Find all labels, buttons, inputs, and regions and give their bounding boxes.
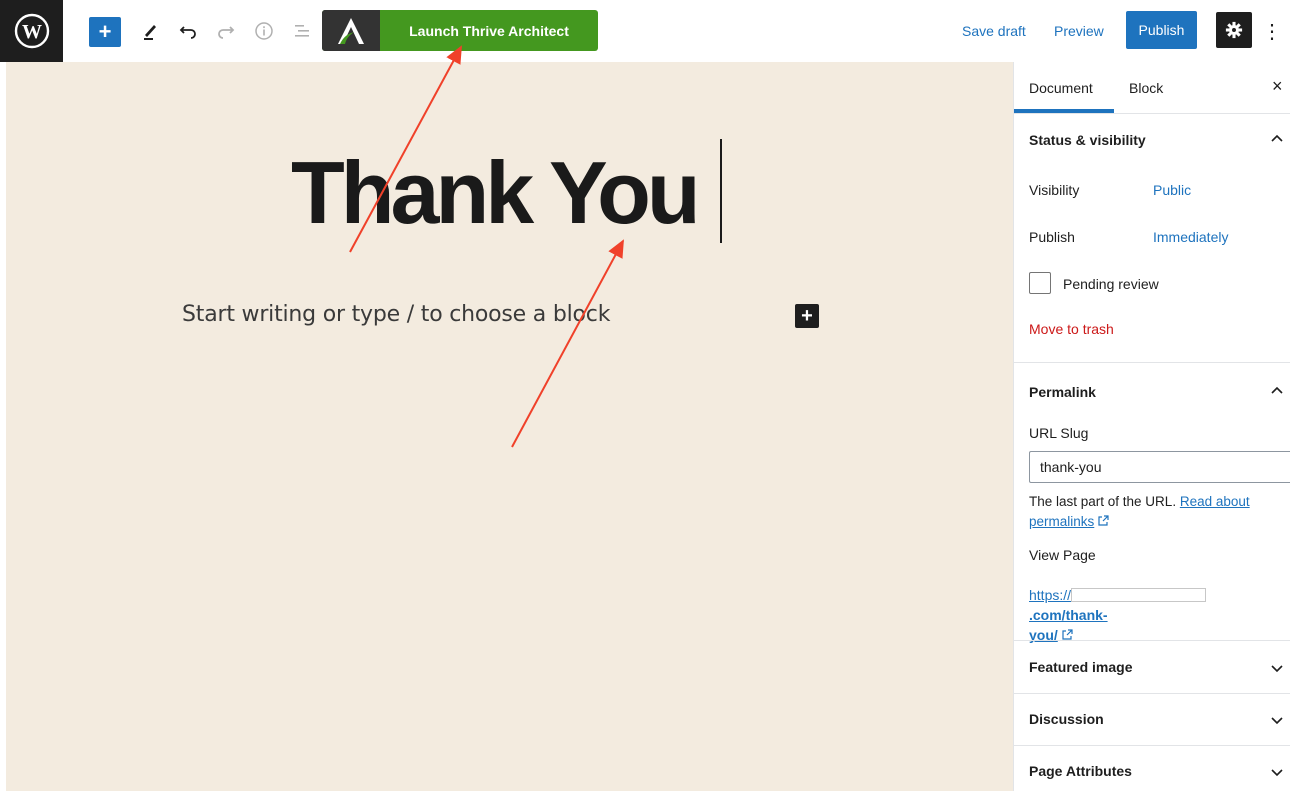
view-page-link-suffix[interactable]: .com/thank- xyxy=(1029,607,1108,623)
view-page-label: View Page xyxy=(1029,547,1096,563)
panel-divider xyxy=(1014,693,1290,694)
panel-permalink-title[interactable]: Permalink xyxy=(1029,384,1096,400)
chevron-down-icon[interactable] xyxy=(1270,661,1284,675)
settings-button[interactable] xyxy=(1216,12,1252,48)
plus-icon: + xyxy=(98,19,112,44)
panel-page-attributes-title[interactable]: Page Attributes xyxy=(1029,763,1132,779)
plus-icon: + xyxy=(801,305,813,327)
redacted-domain xyxy=(1071,588,1207,602)
publish-label: Publish xyxy=(1029,229,1075,245)
external-link-icon xyxy=(1098,515,1109,526)
undo-icon[interactable] xyxy=(175,18,201,44)
save-draft-button[interactable]: Save draft xyxy=(962,20,1026,42)
tab-document[interactable]: Document xyxy=(1029,80,1093,96)
help-text: The last part of the URL. xyxy=(1029,494,1177,509)
active-tab-indicator xyxy=(1014,109,1114,113)
svg-text:W: W xyxy=(22,21,42,43)
permalink-help-text: The last part of the URL. Read about per… xyxy=(1029,492,1279,532)
more-vertical-icon[interactable]: ⋮ xyxy=(1262,16,1282,46)
panel-divider xyxy=(1014,362,1290,363)
panel-divider xyxy=(1014,640,1290,641)
sidebar-tabs: Document Block × xyxy=(1014,62,1290,114)
redo-icon[interactable] xyxy=(213,18,239,44)
read-about-link[interactable]: Read about xyxy=(1180,494,1250,509)
view-page-link-prefix[interactable]: https:// xyxy=(1029,587,1071,603)
add-block-button[interactable]: + xyxy=(89,17,121,47)
close-icon[interactable]: × xyxy=(1272,76,1283,97)
chevron-down-icon[interactable] xyxy=(1270,765,1284,779)
editor-toolbar: W + Launch Thrive Architect Save draft P… xyxy=(0,0,1290,62)
list-view-icon[interactable] xyxy=(289,18,315,44)
permalinks-link[interactable]: permalinks xyxy=(1029,514,1094,529)
panel-discussion-title[interactable]: Discussion xyxy=(1029,711,1104,727)
preview-button[interactable]: Preview xyxy=(1054,20,1104,42)
thrive-logo-icon xyxy=(322,10,380,51)
visibility-label: Visibility xyxy=(1029,182,1080,198)
panel-featured-image-title[interactable]: Featured image xyxy=(1029,659,1132,675)
thrive-label: Launch Thrive Architect xyxy=(409,22,569,39)
panel-status-visibility-title[interactable]: Status & visibility xyxy=(1029,132,1146,148)
pending-review-checkbox[interactable] xyxy=(1029,272,1051,294)
url-slug-input[interactable]: thank-you xyxy=(1029,451,1290,483)
publish-value[interactable]: Immediately xyxy=(1153,229,1228,245)
text-caret xyxy=(720,139,722,243)
url-slug-label: URL Slug xyxy=(1029,425,1089,441)
settings-sidebar: Document Block × Status & visibility Vis… xyxy=(1013,62,1290,791)
info-icon[interactable] xyxy=(251,18,277,44)
visibility-value[interactable]: Public xyxy=(1153,182,1191,198)
move-to-trash-button[interactable]: Move to trash xyxy=(1029,321,1114,337)
editor-canvas[interactable]: Thank You Start writing or type / to cho… xyxy=(6,62,1013,791)
publish-button[interactable]: Publish xyxy=(1126,11,1197,49)
wordpress-logo-icon[interactable]: W xyxy=(0,0,63,62)
view-page-url: https://.com/thank- you/ xyxy=(1029,585,1279,645)
post-title[interactable]: Thank You xyxy=(291,142,701,244)
gear-icon xyxy=(1225,21,1243,39)
pending-review-label[interactable]: Pending review xyxy=(1063,276,1159,292)
inline-add-block-button[interactable]: + xyxy=(795,304,819,328)
chevron-up-icon[interactable] xyxy=(1270,384,1284,398)
pencil-icon[interactable] xyxy=(138,18,164,44)
block-placeholder[interactable]: Start writing or type / to choose a bloc… xyxy=(182,302,610,327)
launch-thrive-architect-button[interactable]: Launch Thrive Architect xyxy=(322,10,598,51)
panel-divider xyxy=(1014,745,1290,746)
chevron-down-icon[interactable] xyxy=(1270,713,1284,727)
block-editor-app: W + Launch Thrive Architect Save draft P… xyxy=(0,0,1290,791)
chevron-up-icon[interactable] xyxy=(1270,132,1284,146)
tab-block[interactable]: Block xyxy=(1129,80,1163,96)
